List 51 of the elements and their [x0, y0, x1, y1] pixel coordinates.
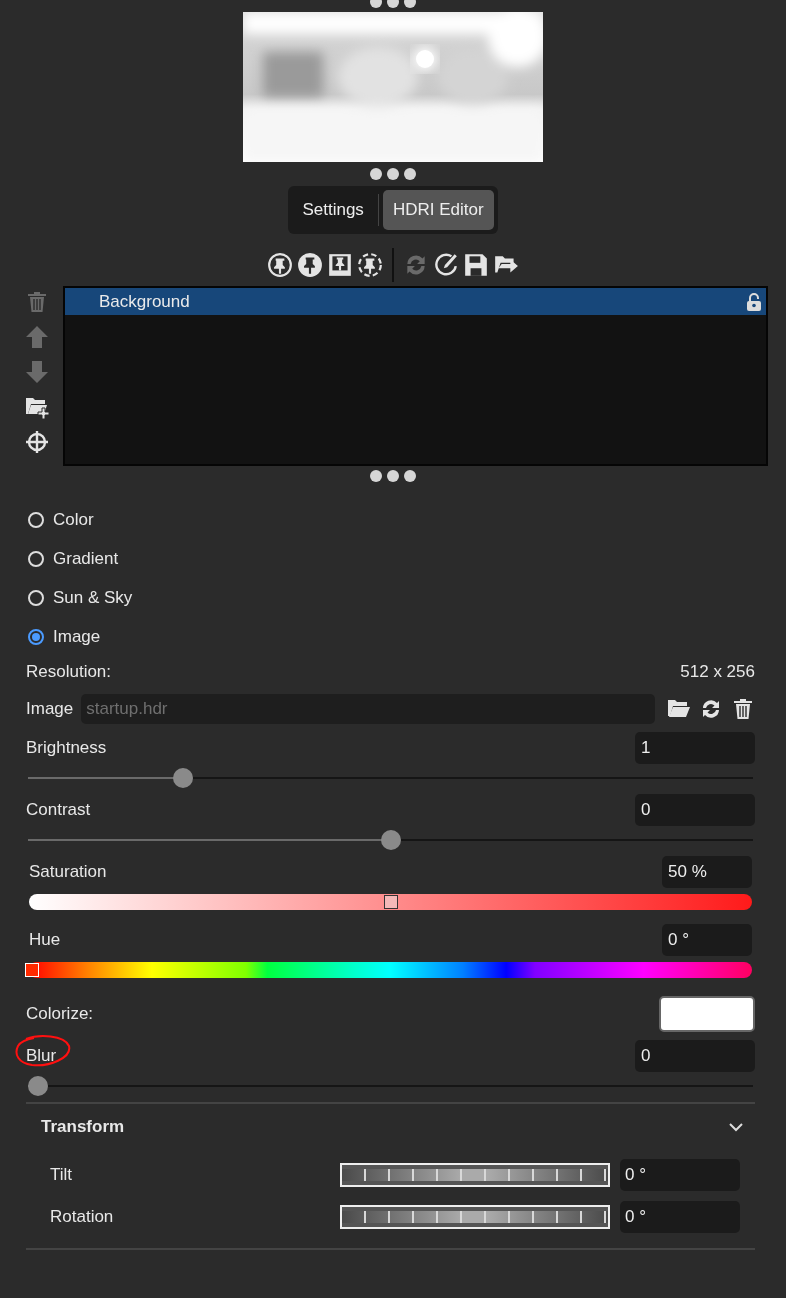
drag-handle[interactable]	[370, 168, 416, 180]
radio-label: Color	[53, 509, 94, 530]
unlocked-lock-icon[interactable]	[746, 292, 762, 311]
radio-label: Image	[53, 626, 101, 647]
save-icon[interactable]	[463, 252, 489, 278]
control-label: Colorize:	[26, 1004, 94, 1024]
value-field[interactable]: 0	[635, 1040, 755, 1072]
radio-button[interactable]	[28, 628, 44, 645]
slider-thumb[interactable]	[28, 1076, 48, 1096]
tab[interactable]: Settings	[292, 190, 374, 230]
brush-icon[interactable]	[433, 252, 459, 278]
resolution-label: Resolution:	[26, 662, 112, 682]
row-label: Rotation	[50, 1207, 115, 1227]
chevron-icon[interactable]	[729, 1122, 743, 1132]
control-label: Brightness	[26, 738, 107, 758]
image-label: Image	[26, 699, 74, 719]
control-label: Contrast	[26, 800, 91, 820]
control-label: Hue	[29, 930, 61, 950]
row-label: Tilt	[50, 1165, 74, 1185]
slider-thumb[interactable]	[383, 895, 398, 909]
slider-thumb[interactable]	[172, 768, 193, 788]
control-label: Blur	[26, 1046, 57, 1066]
layer-name: Background	[99, 291, 190, 312]
radio-label: Sun & Sky	[53, 587, 133, 608]
slider-thumb[interactable]	[380, 830, 401, 850]
value-field[interactable]: 0	[635, 794, 755, 826]
jog-wheel[interactable]	[340, 1205, 610, 1229]
crosshair-icon[interactable]	[25, 430, 49, 454]
value-field[interactable]: 0 °	[620, 1201, 740, 1233]
saturation-bar[interactable]	[29, 894, 752, 910]
dashed-pin-icon[interactable]	[357, 252, 383, 278]
value-field[interactable]: 0 °	[662, 924, 752, 956]
control-label: Saturation	[29, 862, 107, 882]
drag-handle[interactable]	[370, 470, 416, 482]
resolution-value: 512 x 256	[680, 662, 755, 682]
section-header[interactable]: Transform	[26, 1104, 755, 1150]
color-swatch[interactable]	[659, 996, 755, 1032]
section-title: Transform	[41, 1117, 125, 1137]
pin-icon[interactable]	[267, 252, 293, 278]
value-field[interactable]: 50 %	[662, 856, 752, 888]
radio-label: Gradient	[53, 548, 119, 569]
jog-wheel[interactable]	[340, 1163, 610, 1187]
trash-icon[interactable]	[731, 697, 755, 721]
pinned-board-icon[interactable]	[327, 252, 353, 278]
pin-icon[interactable]	[297, 252, 323, 278]
folder-add-icon[interactable]	[25, 395, 49, 419]
value-field[interactable]: 1	[635, 732, 755, 764]
layer-row[interactable]: Background	[65, 288, 766, 315]
tab[interactable]: HDRI Editor	[382, 190, 494, 230]
image-path-field[interactable]: startup.hdr	[81, 694, 655, 724]
value-field[interactable]: 0 °	[620, 1159, 740, 1191]
